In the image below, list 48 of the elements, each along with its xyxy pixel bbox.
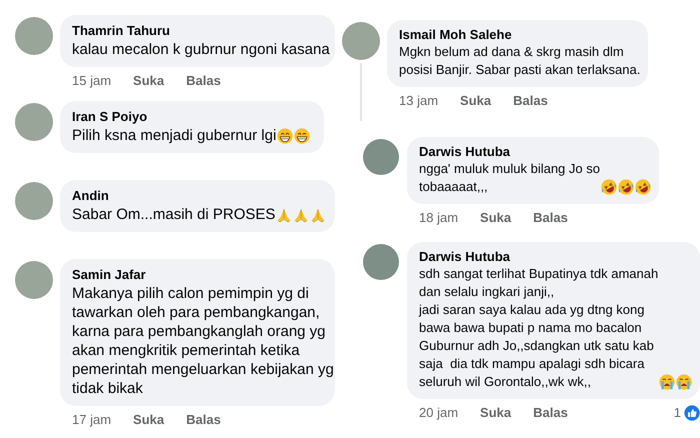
laughing-face-icon: [618, 179, 634, 195]
grinning-face-icon: [277, 128, 294, 144]
comment-text: Sabar Om...masih di PROSES: [72, 205, 276, 224]
comment-time: 18 jam: [419, 210, 458, 226]
laughing-face-icon: [600, 179, 617, 195]
commenter-name[interactable]: Darwis Hutuba: [419, 249, 692, 265]
like-link[interactable]: Suka: [460, 93, 492, 109]
comment-time: 17 jam: [72, 412, 112, 428]
thumbs-up-icon[interactable]: [684, 405, 700, 421]
reply-link[interactable]: Balas: [186, 412, 221, 428]
crying-face-icon: [676, 374, 692, 390]
crying-face-icon: [659, 374, 676, 390]
praying-hands-icon: [310, 207, 326, 223]
reply-link[interactable]: Balas: [533, 210, 568, 226]
comment-time: 13 jam: [399, 93, 438, 109]
laughing-face-icon: [634, 179, 651, 195]
praying-hands-icon: [276, 207, 292, 223]
comment-text: kalau mecalon k gubrnur ngoni kasana: [72, 40, 330, 59]
user-avatar[interactable]: [363, 139, 399, 175]
reaction-count: 1: [674, 405, 681, 421]
comment-text: ngga' muluk muluk bilang Jo so tobaaaaat,,,: [419, 160, 600, 196]
grinning-face-icon: [294, 128, 310, 144]
user-avatar[interactable]: [15, 103, 53, 141]
comment-text: Makanya pilih calon pemimpin yg di tawarkan oleh para pembangkangan, karna para pembangkanglah orang yg akan mengkritik pemerintah ketika pemerintah mengeluarkan kebijakan yg tidak bikak: [72, 284, 334, 398]
user-avatar[interactable]: [15, 17, 53, 55]
reply-link[interactable]: Balas: [533, 405, 568, 421]
like-link[interactable]: Suka: [133, 412, 164, 428]
user-avatar[interactable]: [15, 261, 53, 299]
user-avatar[interactable]: [342, 22, 380, 60]
commenter-name[interactable]: Ismail Moh Salehe: [399, 27, 640, 43]
user-avatar[interactable]: [15, 182, 53, 220]
commenter-name[interactable]: Andin: [72, 187, 321, 205]
comment-time: 15 jam: [72, 73, 112, 89]
commenter-name[interactable]: Thamrin Tahuru: [72, 22, 321, 40]
reply-link[interactable]: Balas: [513, 93, 548, 109]
like-link[interactable]: Suka: [480, 210, 512, 226]
commenter-name[interactable]: Samin Jafar: [72, 266, 321, 284]
comment-time: 20 jam: [419, 405, 458, 421]
commenter-name[interactable]: Darwis Hutuba: [419, 144, 651, 160]
comment-text: sdh sangat terlihat Bupatinya tdk amanah dan selalu ingkari janji,, jadi saran saya kalau ada yg dtng kong bawa bawa bupati p nama mo bacalon Guburnur adh Jo,,sdangkan utk satu kab saja dia tdk mampu apalagi sdh bicara seluruh wil Gorontalo,,wk wk,,: [419, 265, 658, 391]
user-avatar[interactable]: [363, 244, 399, 280]
commenter-name[interactable]: Iran S Poiyo: [72, 108, 310, 126]
reply-link[interactable]: Balas: [186, 73, 221, 89]
comment-text: Mgkn belum ad dana & skrg masih dlm posisi Banjir. Sabar pasti akan terlaksana.: [399, 43, 640, 79]
praying-hands-icon: [293, 207, 310, 223]
comment-text: Pilih ksna menjadi gubernur lgi: [72, 126, 276, 145]
like-link[interactable]: Suka: [480, 405, 512, 421]
like-link[interactable]: Suka: [133, 73, 164, 89]
